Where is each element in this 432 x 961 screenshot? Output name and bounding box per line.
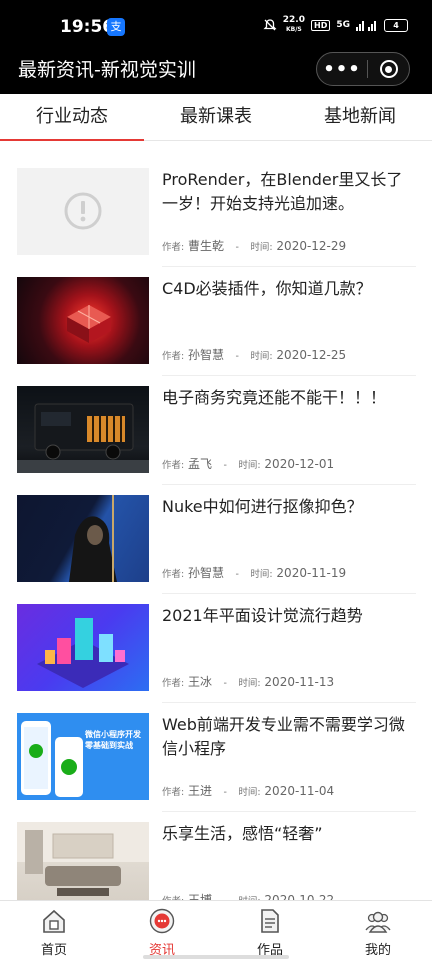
night-truck-image [17, 403, 149, 473]
article-title: Nuke中如何进行抠像抑色？ [162, 497, 363, 516]
article-title: 2021年平面设计觉流行趋势 [162, 606, 363, 625]
author-label: 作者: [162, 569, 185, 580]
author-name: 孟飞 [188, 457, 213, 471]
nav-news[interactable]: 资讯 [108, 901, 216, 961]
red-cube-image [67, 305, 111, 343]
list-item[interactable]: C4D必装插件，你知道几款？ 作者: 孙智慧 - 时间: 2020-12-25 [0, 267, 432, 376]
article-title: 乐享生活，感悟“轻奢” [162, 824, 323, 843]
list-item[interactable]: ProRender，在Blender里又长了一岁！开始支持光追加速。 作者: 曹… [0, 158, 432, 267]
article-thumbnail [17, 495, 149, 582]
thumbnail-caption: 微信小程序开发零基础到实战 [85, 730, 141, 750]
warning-placeholder-icon [64, 192, 102, 230]
alipay-icon: 支 [107, 18, 125, 36]
target-icon [379, 60, 398, 78]
author-name: 孙智慧 [188, 566, 225, 580]
time-label: 时间: [250, 242, 273, 253]
author-label: 作者: [162, 351, 185, 362]
article-thumbnail: 微信小程序开发零基础到实战 [17, 713, 149, 800]
title-bar: 最新资讯-新视觉实训 ••• [0, 52, 432, 94]
article-date: 2020-11-13 [264, 675, 335, 689]
more-button[interactable]: ••• [317, 59, 367, 80]
tab-latest-schedule[interactable]: 最新课表 [144, 94, 288, 140]
article-list: ProRender，在Blender里又长了一岁！开始支持光追加速。 作者: 曹… [0, 158, 432, 921]
article-date: 2020-12-01 [264, 457, 335, 471]
hd-badge: HD [311, 19, 331, 31]
hooded-warrior-image [69, 495, 117, 582]
author-name: 王冰 [188, 675, 213, 689]
list-item[interactable]: 微信小程序开发零基础到实战 Web前端开发专业需不需要学习微信小程序 作者: 王… [0, 703, 432, 812]
nav-mine[interactable]: 我的 [324, 901, 432, 961]
list-item[interactable]: Nuke中如何进行抠像抑色？ 作者: 孙智慧 - 时间: 2020-11-19 [0, 485, 432, 594]
time-label: 时间: [238, 787, 261, 798]
mute-bell-icon [263, 19, 277, 31]
article-meta: 作者: 王冰 - 时间: 2020-11-13 [162, 673, 334, 690]
time-label: 时间: [238, 460, 261, 471]
author-label: 作者: [162, 460, 185, 471]
bottom-nav: 首页 资讯 作品 我的 [0, 900, 432, 961]
article-title: Web前端开发专业需不需要学习微信小程序 [162, 715, 405, 758]
nav-home-label: 首页 [40, 943, 67, 958]
article-date: 2020-11-04 [264, 784, 335, 798]
author-label: 作者: [162, 787, 185, 798]
article-thumbnail [17, 277, 149, 364]
meta-separator: - [235, 351, 239, 362]
article-thumbnail [17, 604, 149, 691]
status-time: 19:56 [60, 17, 115, 37]
article-meta: 作者: 曹生乾 - 时间: 2020-12-29 [162, 237, 346, 254]
list-item[interactable]: 2021年平面设计觉流行趋势 作者: 王冰 - 时间: 2020-11-13 [0, 594, 432, 703]
nav-mine-label: 我的 [364, 943, 391, 958]
isometric-city-image [37, 618, 129, 688]
news-icon [149, 908, 175, 934]
author-label: 作者: [162, 678, 185, 689]
article-meta: 作者: 孟飞 - 时间: 2020-12-01 [162, 455, 334, 472]
author-name: 曹生乾 [188, 239, 225, 253]
article-title: 电子商务究竟还能不能干！！！ [162, 388, 387, 407]
article-thumbnail [17, 822, 149, 909]
time-label: 时间: [250, 351, 273, 362]
status-bar: 19:56 支 22.0 KB/S HD 5G 4 [0, 0, 432, 52]
author-label: 作者: [162, 242, 185, 253]
article-meta: 作者: 孙智慧 - 时间: 2020-11-19 [162, 564, 346, 581]
nav-works[interactable]: 作品 [216, 901, 324, 961]
article-date: 2020-12-25 [276, 348, 347, 362]
net-speed-unit: KB/S [286, 26, 302, 33]
people-icon [365, 911, 391, 933]
article-thumbnail [17, 386, 149, 473]
document-icon [261, 909, 279, 933]
article-date: 2020-12-29 [276, 239, 347, 253]
meta-separator: - [235, 569, 239, 580]
list-item[interactable]: 电子商务究竟还能不能干！！！ 作者: 孟飞 - 时间: 2020-12-01 [0, 376, 432, 485]
meta-separator: - [223, 787, 227, 798]
article-meta: 作者: 王进 - 时间: 2020-11-04 [162, 782, 334, 799]
author-name: 孙智慧 [188, 348, 225, 362]
net-speed: 22.0 KB/S [283, 16, 305, 34]
net-speed-value: 22.0 [282, 15, 305, 25]
home-indicator[interactable] [143, 955, 289, 959]
tab-base-news[interactable]: 基地新闻 [288, 94, 432, 140]
tab-industry-news[interactable]: 行业动态 [0, 94, 144, 141]
meta-separator: - [235, 242, 239, 253]
time-label: 时间: [250, 569, 273, 580]
meta-separator: - [223, 678, 227, 689]
time-label: 时间: [238, 678, 261, 689]
mini-program-capsule: ••• [316, 52, 410, 86]
category-tabs: 行业动态 最新课表 基地新闻 [0, 94, 432, 141]
article-date: 2020-11-19 [276, 566, 347, 580]
article-meta: 作者: 孙智慧 - 时间: 2020-12-25 [162, 346, 346, 363]
page-title: 最新资讯-新视觉实训 [18, 59, 196, 81]
signal-icon [356, 21, 376, 31]
battery-icon: 4 [384, 18, 408, 32]
signal-label: 5G [336, 20, 350, 30]
home-icon [43, 909, 65, 933]
article-thumbnail [17, 168, 149, 255]
status-icons: 22.0 KB/S HD 5G 4 [263, 16, 408, 34]
living-room-image [17, 822, 149, 896]
wechat-phones-image [21, 721, 83, 797]
close-button[interactable] [368, 60, 409, 78]
article-title: C4D必装插件，你知道几款？ [162, 279, 372, 298]
meta-separator: - [223, 460, 227, 471]
nav-home[interactable]: 首页 [0, 901, 108, 961]
article-title: ProRender，在Blender里又长了一岁！开始支持光追加速。 [162, 170, 403, 213]
author-name: 王进 [188, 784, 213, 798]
